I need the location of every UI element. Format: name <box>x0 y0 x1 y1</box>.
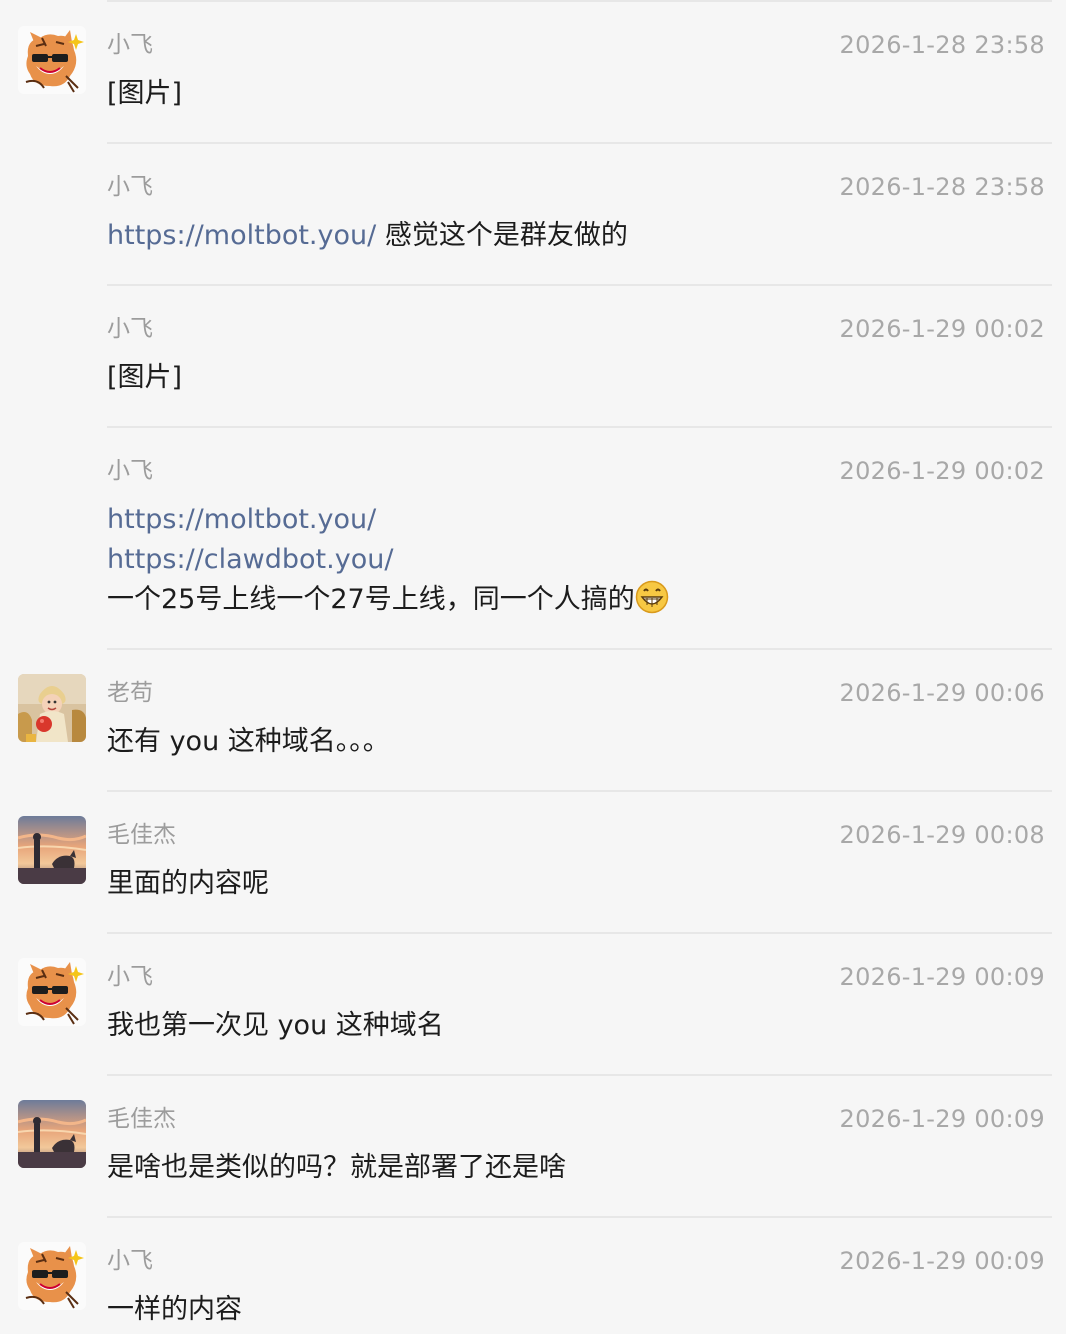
divider <box>107 1074 1052 1076</box>
sender-name[interactable]: 小飞 <box>107 962 153 992</box>
message-text[interactable]: 我也第一次见 you 这种域名 <box>107 1006 444 1046</box>
message-link[interactable]: https://clawdbot.you/ <box>107 540 669 580</box>
message-text[interactable]: 一样的内容 <box>107 1290 242 1330</box>
message-time: 2026-1-29 00:06 <box>839 679 1045 707</box>
message-time: 2026-1-29 00:09 <box>839 1247 1045 1275</box>
tiger-avatar[interactable] <box>18 958 86 1026</box>
message-link[interactable]: https://moltbot.you/ <box>107 500 669 540</box>
message-text-line: 一个25号上线一个27号上线，同一个人搞的 <box>107 580 669 620</box>
divider <box>107 284 1052 286</box>
message-text[interactable]: 还有 you 这种域名。。。 <box>107 722 390 762</box>
divider <box>107 790 1052 792</box>
sunset-dog-avatar[interactable] <box>18 1100 86 1168</box>
message-content: https://moltbot.you/ https://clawdbot.yo… <box>107 500 669 620</box>
sender-name[interactable]: 毛佳杰 <box>107 1104 176 1134</box>
tiger-avatar[interactable] <box>18 1242 86 1310</box>
sender-name[interactable]: 小飞 <box>107 314 153 344</box>
message-time: 2026-1-29 00:08 <box>839 821 1045 849</box>
grinning-face-emoji <box>635 580 668 614</box>
message-link[interactable]: https://moltbot.you/ <box>107 220 376 251</box>
message-time: 2026-1-29 00:09 <box>839 1105 1045 1133</box>
message-time: 2026-1-29 00:02 <box>839 315 1045 343</box>
sender-name[interactable]: 老苟 <box>107 678 153 708</box>
sender-name[interactable]: 小飞 <box>107 456 153 486</box>
message-time: 2026-1-29 00:02 <box>839 457 1045 485</box>
sender-name[interactable]: 小飞 <box>107 30 153 60</box>
child-photo-avatar[interactable] <box>18 674 86 742</box>
message-time: 2026-1-28 23:58 <box>839 173 1045 201</box>
divider <box>107 142 1052 144</box>
sender-name[interactable]: 小飞 <box>107 1246 153 1276</box>
message-time: 2026-1-28 23:58 <box>839 31 1045 59</box>
message-time: 2026-1-29 00:09 <box>839 963 1045 991</box>
message-text[interactable]: 里面的内容呢 <box>107 864 269 904</box>
sunset-dog-avatar[interactable] <box>18 816 86 884</box>
message-text[interactable]: [图片] <box>107 358 182 398</box>
message-text[interactable]: [图片] <box>107 74 182 114</box>
divider <box>107 0 1052 2</box>
sender-name[interactable]: 毛佳杰 <box>107 820 176 850</box>
divider <box>107 648 1052 650</box>
message-content: https://moltbot.you/ 感觉这个是群友做的 <box>107 216 628 256</box>
divider <box>107 1216 1052 1218</box>
tiger-avatar[interactable] <box>18 26 86 94</box>
divider <box>107 932 1052 934</box>
message-text: 一个25号上线一个27号上线，同一个人搞的 <box>107 584 635 615</box>
sender-name[interactable]: 小飞 <box>107 172 153 202</box>
divider <box>107 426 1052 428</box>
message-text: 感觉这个是群友做的 <box>384 220 628 251</box>
message-text[interactable]: 是啥也是类似的吗？就是部署了还是啥 <box>107 1148 566 1188</box>
